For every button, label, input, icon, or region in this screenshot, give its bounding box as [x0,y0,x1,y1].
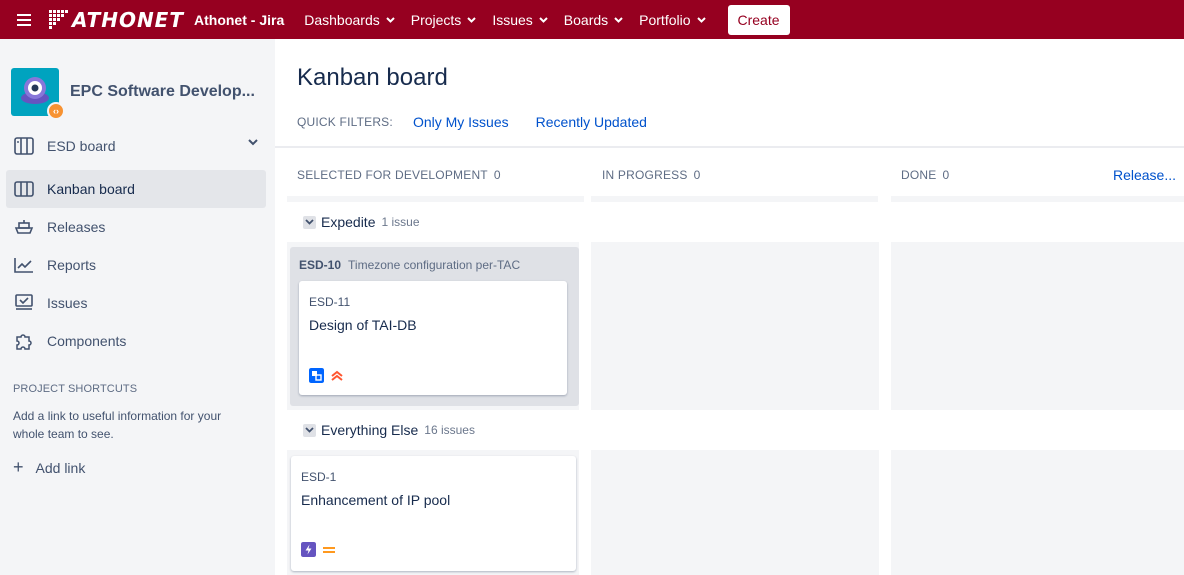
logo-text: ATHONET [72,7,184,32]
nav-label: Issues [492,11,533,28]
highest-priority-icon [331,370,343,381]
quick-filters: QUICK FILTERS: Only My Issues Recently U… [297,114,674,130]
nav-issues[interactable]: Issues [492,11,548,28]
sidebar-item-components[interactable]: Components [6,322,266,360]
sidebar-item-label: Kanban board [47,181,135,197]
nav-label: Boards [563,11,609,28]
sidebar-item-label: ESD board [47,138,116,154]
project-avatar: ‹› [11,67,65,120]
sidebar-item-label: Releases [47,219,106,235]
sidebar-item-reports[interactable]: Reports [6,246,266,284]
athonet-logo[interactable]: ATHONET [48,0,184,39]
issue-key: ESD-11 [309,295,351,309]
issue-card[interactable]: ESD-1 Enhancement of IP pool [291,456,576,571]
nav-projects[interactable]: Projects [411,12,477,28]
project-shortcuts-heading: PROJECT SHORTCUTS [13,383,138,395]
filter-only-my-issues[interactable]: Only My Issues [413,114,509,130]
project-name: EPC Software Develop... [70,82,255,100]
chevron-down-icon [386,16,395,23]
parent-issue-header[interactable]: ESD-10 Timezone configuration per-TAC [299,258,520,272]
code-badge-icon: ‹› [47,101,65,120]
nav-portfolio[interactable]: Portfolio [639,11,706,28]
issue-key: ESD-1 [301,470,337,484]
nav-boards[interactable]: Boards [564,12,623,28]
release-link[interactable]: Release... [1113,167,1176,183]
column-count: 0 [942,168,950,182]
logo-mark-icon [49,9,68,29]
nav-label: Portfolio [639,11,691,28]
chevron-down-icon [539,16,548,23]
sidebar-item-esd-board[interactable]: ESD board [6,127,266,165]
epic-type-icon [301,542,316,557]
chart-icon [13,254,35,276]
nav-label: Dashboards [304,11,380,28]
shortcuts-help-text: Add a link to useful information for you… [13,409,222,441]
top-navigation: ATHONET Athonet - Jira Dashboards Projec… [0,0,1184,39]
divider [275,146,1184,148]
board-icon [13,135,35,157]
chevron-down-icon [303,423,316,437]
column-stripe [591,196,878,202]
add-link-button[interactable]: + Add link [13,457,85,478]
swimlane-everything-else[interactable]: Everything Else 16 issues [303,422,475,438]
issue-key: ESD-10 [299,258,342,272]
column-stripe [891,196,1184,202]
chevron-down-icon [248,139,258,146]
column-stripe [287,196,584,202]
plus-icon: + [13,457,24,477]
puzzle-icon [13,330,35,352]
sidebar-item-label: Reports [47,257,97,273]
column-header-done: DONE 0 [901,168,949,182]
issue-summary: Design of TAI-DB [309,317,417,333]
swimlane-issue-count: 1 issue [381,215,420,229]
medium-priority-icon [323,547,335,553]
column-name: SELECTED FOR DEVELOPMENT [297,168,488,182]
create-button[interactable]: Create [727,4,790,35]
quick-filters-label: QUICK FILTERS: [297,115,393,129]
nav-dashboards[interactable]: Dashboards [304,12,395,28]
menu-icon[interactable] [0,0,48,39]
sidebar-item-kanban-board[interactable]: Kanban board [6,170,266,208]
chevron-down-icon [303,215,316,229]
board-cell [891,242,1184,410]
page-title: Kanban board [297,64,448,91]
column-header-in-progress: IN PROGRESS 0 [602,168,700,182]
chevron-down-icon [696,16,706,23]
board-cell [591,450,879,575]
issue-summary: Timezone configuration per-TAC [348,258,521,272]
board-main: Kanban board QUICK FILTERS: Only My Issu… [275,39,1184,575]
add-link-label: Add link [35,459,86,476]
subtask-type-icon [309,368,324,383]
column-name: DONE [901,168,937,182]
sidebar-item-label: Components [47,333,127,349]
nav-label: Projects [410,11,462,28]
app-title[interactable]: Athonet - Jira [194,12,284,28]
column-name: IN PROGRESS [602,168,688,182]
issues-icon [13,292,35,314]
filter-recently-updated[interactable]: Recently Updated [536,114,647,130]
column-count: 0 [693,168,701,182]
board-cell [591,242,879,410]
sidebar-item-label: Issues [47,295,88,311]
columns-icon [13,178,35,200]
sidebar-item-issues[interactable]: Issues [6,284,266,322]
issue-card[interactable]: ESD-11 Design of TAI-DB [299,281,567,395]
swimlane-expedite[interactable]: Expedite 1 issue [303,214,420,230]
parent-issue-group: ESD-10 Timezone configuration per-TAC ES… [290,247,579,406]
project-sidebar: ‹› EPC Software Develop... ESD board Kan… [0,39,275,575]
swimlane-issue-count: 16 issues [424,423,475,437]
chevron-down-icon [467,16,477,23]
column-header-selected: SELECTED FOR DEVELOPMENT 0 [297,168,501,182]
board-cell [891,450,1184,575]
sidebar-item-releases[interactable]: Releases [6,208,266,246]
issue-summary: Enhancement of IP pool [301,492,451,508]
ship-icon [13,216,35,238]
chevron-down-icon [614,16,623,23]
swimlane-name: Expedite [321,214,376,230]
column-count: 0 [493,168,501,182]
swimlane-name: Everything Else [321,422,419,438]
project-header[interactable]: ‹› EPC Software Develop... [0,39,275,129]
